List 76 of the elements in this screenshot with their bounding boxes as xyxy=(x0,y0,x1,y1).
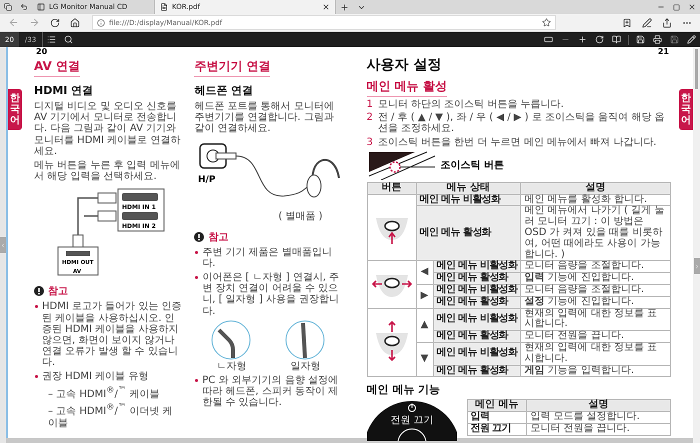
step-number: 3 xyxy=(366,136,373,148)
sub-item: – 고속 HDMI$^{®}$/$^{™}$ 케이블 xyxy=(48,388,160,400)
table-cell: 메인 메뉴 활성화 xyxy=(416,206,521,261)
paragraph: 헤드폰 포트를 통해서 모니터에 주변기기를 연결합니다. 그림과 같이 연결하세요. xyxy=(194,101,335,135)
step-number: 1 xyxy=(366,99,373,110)
section-title: 메인 메뉴 활성 xyxy=(366,78,447,97)
circular-menu-drawing: 전원 끄기 xyxy=(366,399,456,442)
table-cell: 게임 기능을 입력합니다. xyxy=(520,365,670,377)
subsection-title: 헤드폰 연결 xyxy=(194,83,254,98)
straight-plug-drawing xyxy=(285,320,326,360)
section-title: 메인 메뉴 기능 xyxy=(366,382,442,398)
callout-label: 조이스틱 버튼 xyxy=(440,158,504,172)
info-icon xyxy=(97,18,105,26)
table-cell: 입력 기능에 진입합니다. xyxy=(520,272,670,284)
table-cell: 메인 메뉴 활성화 xyxy=(433,365,521,377)
note-title: 참고 xyxy=(48,285,68,298)
bullet-item: 권장 HDMI 케이블 유형 xyxy=(34,371,182,383)
table-cell: 메인 메뉴 활성화 xyxy=(433,272,521,284)
document-icon xyxy=(160,3,168,11)
section-title: AV 연결 xyxy=(34,58,80,77)
table-cell: 메인 메뉴 활성화 xyxy=(433,330,521,342)
arrow-symbol: ◀ xyxy=(420,266,428,278)
exclamation-icon xyxy=(34,286,44,296)
table-cell: 모니터 음량을 조절합니다. xyxy=(520,260,670,273)
plug-label: ㄴ자형 xyxy=(216,360,246,372)
arrow-symbol: ▲ xyxy=(420,318,428,330)
note-title: 참고 xyxy=(208,230,228,244)
bullet-item: PC 와 외부기기의 음향 설정에 따라 헤드폰, 스피커 동작이 제한될 수 있습니다. xyxy=(194,374,342,408)
table-cell: 메인 메뉴 비활성화 xyxy=(433,260,521,273)
table-cell: 모니터 음량을 조절합니다. xyxy=(520,284,670,296)
page-number: 20 xyxy=(35,47,48,56)
step-text: 조이스틱 버튼을 한번 더 누르면 메인 메뉴에서 빠져 나갑니다. xyxy=(378,136,656,148)
column-header: 버튼 xyxy=(367,182,416,194)
caption: ( 별매품 ) xyxy=(277,210,324,223)
close-icon[interactable] xyxy=(322,3,330,11)
table-cell: 메인 메뉴 비활성화 xyxy=(433,308,521,331)
table-cell: 메인 메뉴에서 나가기 ( 길게 눌러 모니터 끄기 : 이 방법은 OSD 가 켜져 있을 때를 비롯하여, 어떤 때에라도 사용이 가능합니다. ) xyxy=(520,206,670,261)
arrow-symbol: ▶ xyxy=(420,290,428,301)
table-cell: 현재의 입력에 대한 정보를 표시합니다. xyxy=(520,342,670,365)
table-cell: 입력 xyxy=(467,412,527,424)
table-cell: 메인 메뉴 비활성화 xyxy=(433,284,521,296)
section-title: 주변기기 연결 xyxy=(194,58,270,77)
table-cell: 메인 메뉴 비활성화 xyxy=(433,342,521,365)
table-cell: 현재의 입력에 대한 정보를 표시합니다. xyxy=(520,308,670,331)
table-cell: 모니터 전원을 끕니다. xyxy=(526,423,670,436)
table-cell: 메인 메뉴 활성화 xyxy=(433,296,521,308)
page-number: 21 xyxy=(656,47,670,56)
subsection-title: HDMI 연결 xyxy=(34,83,94,98)
table-cell: 모니터 전원을 끕니다. xyxy=(520,330,670,342)
scrollbar-thumb[interactable] xyxy=(695,49,698,89)
plug-label: 일자형 xyxy=(290,360,320,372)
arrow-symbol: ▼ xyxy=(420,353,428,364)
column-header: 설명 xyxy=(526,400,670,412)
exclamation-icon xyxy=(194,232,204,242)
star-icon[interactable] xyxy=(542,18,551,27)
step-number: 2 xyxy=(366,112,373,126)
angled-plug-drawing xyxy=(211,320,252,360)
table-cell: 메인 메뉴 비활성화 xyxy=(416,194,521,206)
page-title: 사용자 설정 xyxy=(366,56,442,74)
bullet-item: 주변 기기 제품은 별매품입니다. xyxy=(194,246,342,269)
table-cell: 입력 모드를 설정합니다. xyxy=(526,412,670,424)
step-text: 전 / 후 ( ▲ / ▼ ), 좌 / 우 ( ◀ / ▶ ) 로 조이스틱을 움직여 해당 옵션을 조정하세요. xyxy=(378,112,666,135)
column-header: 메뉴 상태 xyxy=(416,182,521,194)
paragraph: 디지털 비디오 및 오디오 신호를 AV 기기에서 모니터로 전송합니다. 다음 그림과 같이 AV 기기와 모니터를 HDMI 케이블로 연결하세요. xyxy=(34,101,182,157)
headphone-connection-drawing: H/P xyxy=(194,138,344,206)
column-header: 설명 xyxy=(520,182,670,194)
table-cell: 메인 메뉴를 활성화 합니다. xyxy=(520,194,670,206)
monitor-joystick-drawing xyxy=(366,150,436,180)
bullet-item: HDMI 로고가 들어가 있는 인증된 케이블을 사용하십시오. 인증된 HDMI 케이블을 사용하지 않으면, 화면이 보이지 않거나 연결 오류가 발생 할 수 있습니다. xyxy=(34,301,182,368)
table-cell: 전원 끄기 xyxy=(467,423,527,436)
table-cell: 설정 기능에 진입합니다. xyxy=(520,296,670,308)
bullet-item: 이어폰은 [ ㄴ자형 ] 연결시, 주변 장치 연결이 어려울 수 있으니, [ 일자형 ] 사용을 권장합니다. xyxy=(194,272,342,317)
step-text: 모니터 하단의 조이스틱 버튼을 누릅니다. xyxy=(378,99,564,110)
column-header: 메인 메뉴 xyxy=(467,400,527,412)
page-icon xyxy=(37,3,45,11)
paragraph: 메뉴 버튼을 누른 후 입력 메뉴에서 해당 입력을 선택하세요. xyxy=(34,160,181,182)
